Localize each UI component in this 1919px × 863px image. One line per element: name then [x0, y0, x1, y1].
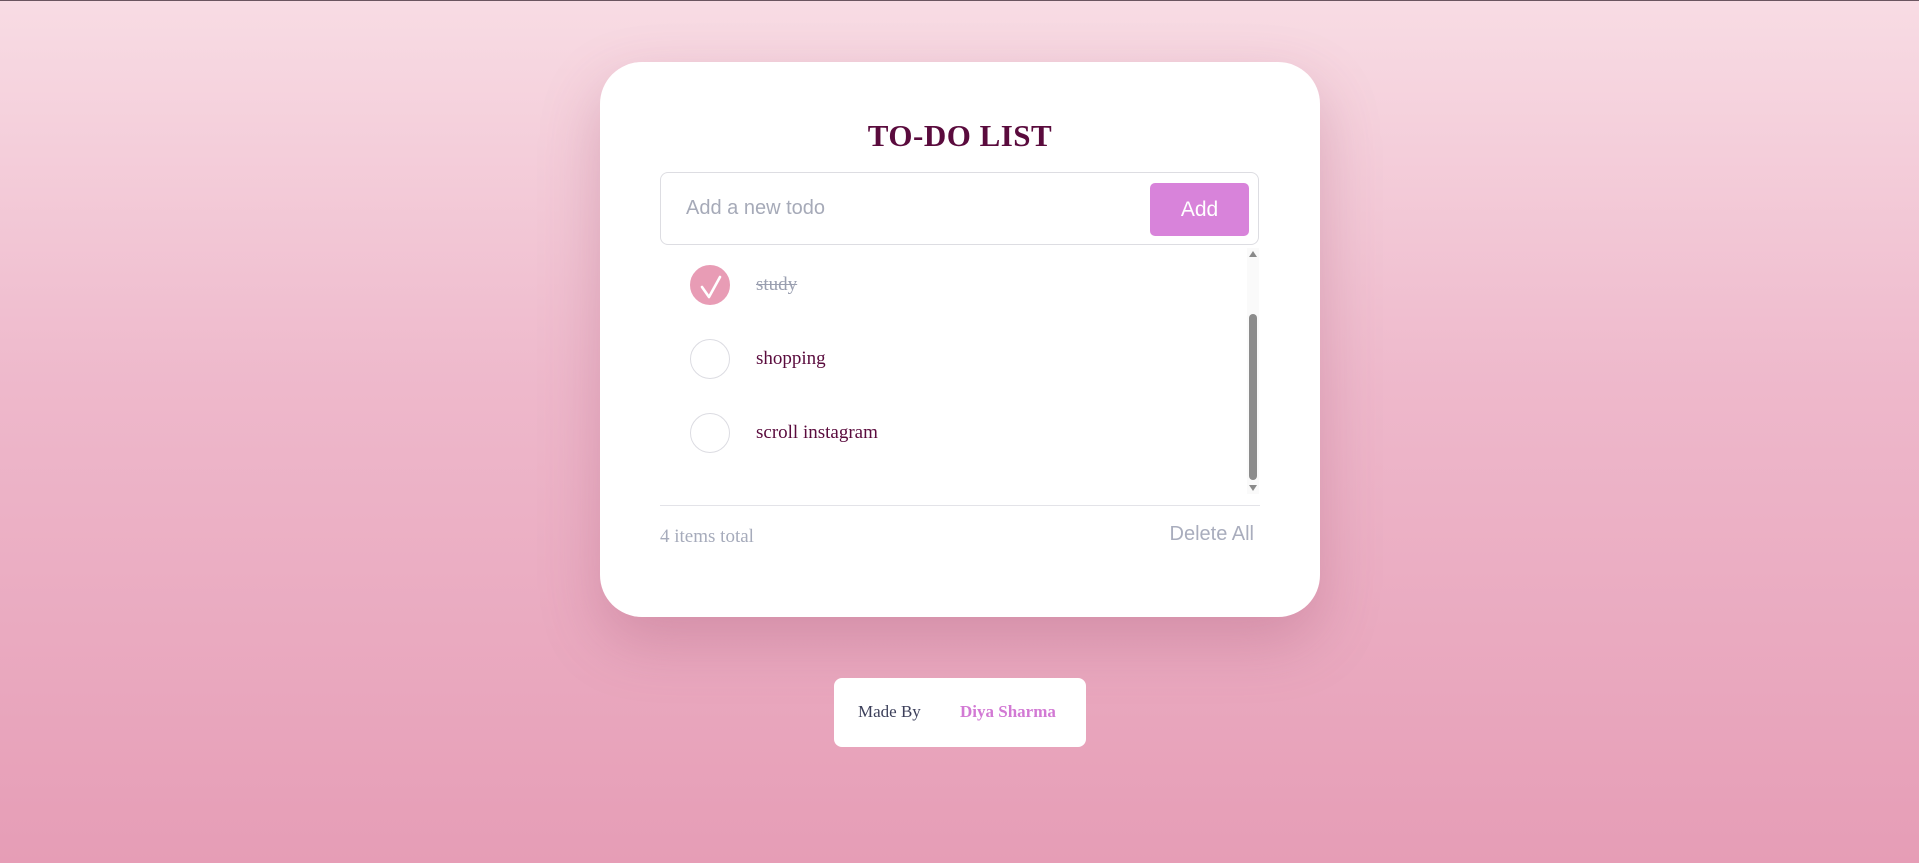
scroll-up-arrow-icon[interactable] — [1249, 251, 1257, 257]
todo-item-shopping: shopping — [660, 322, 1240, 396]
check-icon — [700, 275, 722, 299]
todo-text: study — [756, 274, 798, 295]
author-name: Diya Sharma — [960, 702, 1056, 721]
todo-list[interactable]: study shopping scroll instagram — [660, 248, 1259, 494]
scrollbar-thumb[interactable] — [1249, 314, 1257, 480]
delete-all-button[interactable]: Delete All — [1170, 523, 1255, 546]
add-button[interactable]: Add — [1150, 183, 1249, 236]
page-title: TO-DO LIST — [867, 118, 1053, 153]
list-scrollbar[interactable] — [1247, 248, 1259, 494]
todo-item-scroll-instagram: scroll instagram — [660, 396, 1240, 470]
todo-text: scroll instagram — [756, 422, 878, 443]
items-count: 4 items total — [660, 526, 754, 547]
todo-text: shopping — [756, 348, 826, 369]
credit-box: Made By Diya Sharma — [834, 678, 1086, 747]
made-by-label: Made By — [858, 702, 921, 721]
todo-checkbox[interactable] — [690, 339, 730, 379]
todo-checkbox[interactable] — [690, 413, 730, 453]
todo-checkbox-checked[interactable] — [690, 265, 730, 305]
todo-card: TO-DO LIST Add study shopping scroll ins… — [600, 62, 1320, 617]
todo-input-container: Add — [660, 172, 1259, 245]
todo-item-study: study — [660, 248, 1240, 322]
scroll-down-arrow-icon[interactable] — [1249, 485, 1257, 491]
list-divider — [660, 505, 1260, 506]
todo-input[interactable] — [662, 174, 1142, 243]
